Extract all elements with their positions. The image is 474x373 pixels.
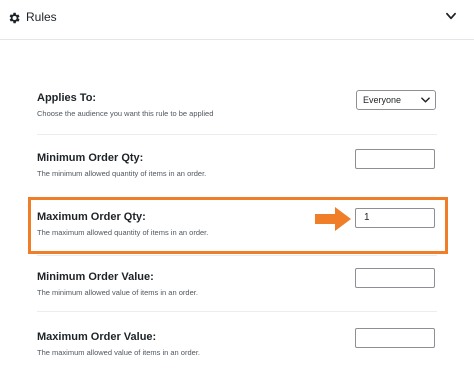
max-value-input[interactable]: [355, 328, 435, 348]
max-value-description: The maximum allowed value of items in an…: [37, 348, 200, 357]
applies-to-select[interactable]: Everyone: [356, 90, 436, 110]
panel-title: Rules: [26, 10, 57, 24]
gear-icon: [9, 12, 20, 24]
divider: [37, 134, 437, 135]
min-value-input[interactable]: [355, 268, 435, 288]
divider: [37, 311, 437, 312]
rules-panel-header[interactable]: Rules: [0, 0, 474, 40]
chevron-down-icon[interactable]: [444, 9, 458, 23]
min-qty-description: The minimum allowed quantity of items in…: [37, 169, 207, 178]
max-qty-input[interactable]: 1: [355, 208, 435, 228]
min-qty-input[interactable]: [355, 149, 435, 169]
chevron-down-icon: [421, 97, 430, 103]
divider: [37, 255, 437, 256]
applies-to-selected-value: Everyone: [363, 95, 402, 105]
min-value-description: The minimum allowed value of items in an…: [37, 288, 198, 297]
max-qty-description: The maximum allowed quantity of items in…: [37, 228, 209, 237]
arrow-right-icon: [315, 207, 351, 231]
applies-to-description: Choose the audience you want this rule t…: [37, 109, 214, 118]
